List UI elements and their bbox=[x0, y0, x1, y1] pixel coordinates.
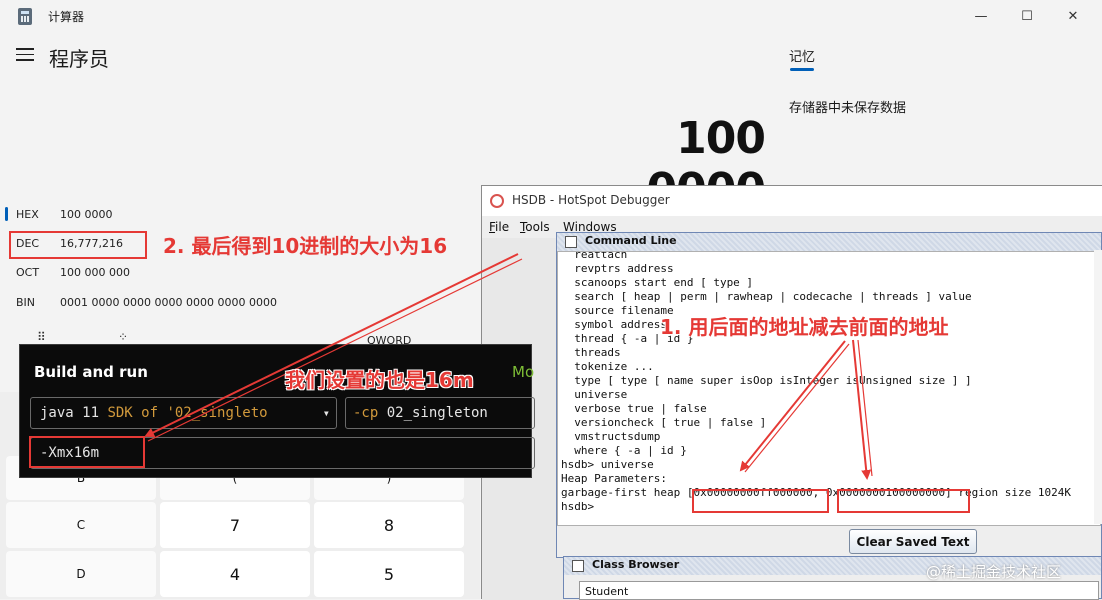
arrow-dec-to-vm bbox=[144, 253, 519, 437]
annotation-dec-note: 2. 最后得到10进制的大小为16 bbox=[163, 234, 448, 258]
annotation-arrows bbox=[144, 253, 873, 480]
arrow-dec-to-vm-shadow bbox=[147, 258, 523, 442]
watermark: @稀土掘金技术社区 bbox=[926, 563, 1062, 581]
arrow-to-start-address-shadow bbox=[744, 343, 850, 473]
annotation-subtract-note: 1. 用后面的地址减去前面的地址 bbox=[660, 315, 949, 339]
annotation-set-note: 我们设置的也是16m bbox=[285, 368, 474, 392]
arrow-to-start-address bbox=[739, 340, 846, 472]
